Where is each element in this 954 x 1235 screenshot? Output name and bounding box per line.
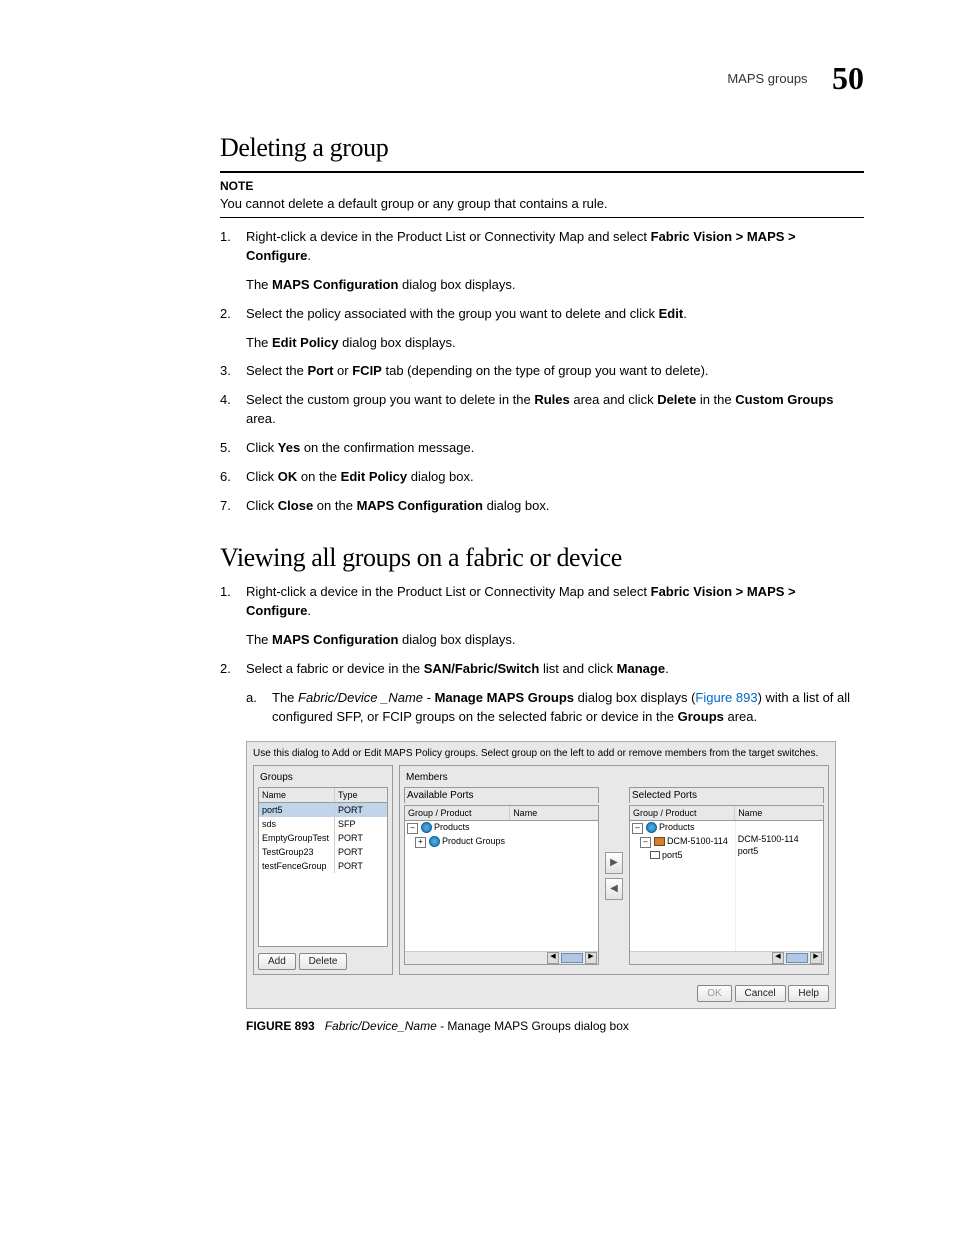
available-ports-subpanel: Available Ports Group / Product Name –Pr…: [404, 787, 599, 965]
col-name[interactable]: Name: [735, 806, 823, 820]
tree-item[interactable]: –Products: [630, 821, 735, 835]
cell: port5: [736, 845, 823, 857]
figure-link[interactable]: Figure 893: [695, 690, 757, 705]
col-type[interactable]: Type: [335, 788, 387, 802]
col-group-product[interactable]: Group / Product: [630, 806, 735, 820]
step-1-result: The MAPS Configuration dialog box displa…: [246, 276, 864, 295]
figure-caption: FIGURE 893 Fabric/Device_Name - Manage M…: [246, 1019, 864, 1033]
note-text: You cannot delete a default group or any…: [220, 195, 864, 213]
step-3: Select the Port or FCIP tab (depending o…: [246, 362, 864, 381]
move-left-button[interactable]: ◀: [605, 878, 623, 900]
move-right-button[interactable]: ▶: [605, 852, 623, 874]
step-1: Right-click a device in the Product List…: [246, 228, 864, 295]
step-5: Click Yes on the confirmation message.: [246, 439, 864, 458]
section-rule: [220, 171, 864, 173]
step-6: Click OK on the Edit Policy dialog box.: [246, 468, 864, 487]
col-group-product[interactable]: Group / Product: [405, 806, 510, 820]
device-icon: [654, 837, 665, 846]
available-ports-table[interactable]: Group / Product Name –Products +Product …: [404, 805, 599, 965]
scrollbar[interactable]: ◀ ▶: [405, 951, 598, 964]
view-step-1: Right-click a device in the Product List…: [246, 583, 864, 650]
selected-ports-table[interactable]: Group / Product Name –Products –DCM-5100: [629, 805, 824, 965]
scroll-left-icon[interactable]: ◀: [772, 952, 784, 964]
transfer-arrows: ▶ ◀: [603, 787, 625, 965]
scroll-thumb[interactable]: [561, 953, 583, 963]
tree-item[interactable]: port5: [630, 849, 735, 861]
tree-item[interactable]: –Products: [405, 821, 598, 835]
view-step-1-result: The MAPS Configuration dialog box displa…: [246, 631, 864, 650]
delete-button[interactable]: Delete: [299, 953, 348, 970]
tree-item[interactable]: +Product Groups: [405, 835, 598, 849]
section-title-deleting: Deleting a group: [220, 133, 864, 163]
scrollbar[interactable]: ◀ ▶: [630, 951, 823, 964]
groups-panel: Groups Name Type port5 PORT sds SFP: [253, 765, 393, 975]
dialog-buttons: OK Cancel Help: [253, 985, 829, 1002]
available-ports-title: Available Ports: [404, 787, 599, 803]
cell: [736, 821, 823, 833]
header-breadcrumb: MAPS groups: [727, 71, 807, 86]
step-2: Select the policy associated with the gr…: [246, 305, 864, 353]
steps-viewing: Right-click a device in the Product List…: [220, 583, 864, 726]
globe-icon: [421, 822, 432, 833]
expand-icon[interactable]: +: [415, 837, 426, 848]
expand-icon[interactable]: –: [407, 823, 418, 834]
selected-ports-subpanel: Selected Ports Group / Product Name –Pro…: [629, 787, 824, 965]
cell: DCM-5100-114: [736, 833, 823, 845]
groups-title: Groups: [258, 770, 388, 785]
tree-item[interactable]: –DCM-5100-114: [630, 835, 735, 849]
step-2-result: The Edit Policy dialog box displays.: [246, 334, 864, 353]
table-row[interactable]: port5 PORT: [259, 803, 387, 817]
selected-ports-title: Selected Ports: [629, 787, 824, 803]
step-4: Select the custom group you want to dele…: [246, 391, 864, 429]
view-substeps: The Fabric/Device _Name - Manage MAPS Gr…: [246, 689, 864, 727]
help-button[interactable]: Help: [788, 985, 829, 1002]
view-step-2: Select a fabric or device in the SAN/Fab…: [246, 660, 864, 727]
col-name[interactable]: Name: [259, 788, 335, 802]
view-substep-a: The Fabric/Device _Name - Manage MAPS Gr…: [272, 689, 864, 727]
scroll-right-icon[interactable]: ▶: [585, 952, 597, 964]
table-row[interactable]: EmptyGroupTest PORT: [259, 831, 387, 845]
step-7: Click Close on the MAPS Configuration di…: [246, 497, 864, 516]
chapter-number: 50: [832, 60, 864, 96]
cancel-button[interactable]: Cancel: [735, 985, 786, 1002]
collapse-icon[interactable]: –: [632, 823, 643, 834]
scroll-right-icon[interactable]: ▶: [810, 952, 822, 964]
members-title: Members: [404, 770, 824, 785]
globe-icon: [646, 822, 657, 833]
dialog-instruction: Use this dialog to Add or Edit MAPS Poli…: [253, 748, 829, 759]
collapse-icon[interactable]: –: [640, 837, 651, 848]
scroll-left-icon[interactable]: ◀: [547, 952, 559, 964]
steps-deleting: Right-click a device in the Product List…: [220, 228, 864, 515]
document-page: MAPS groups 50 Deleting a group NOTE You…: [0, 0, 954, 1093]
table-row[interactable]: TestGroup23 PORT: [259, 845, 387, 859]
scroll-thumb[interactable]: [786, 953, 808, 963]
ok-button[interactable]: OK: [697, 985, 731, 1002]
page-header: MAPS groups 50: [220, 60, 864, 97]
table-row[interactable]: testFenceGroup PORT: [259, 859, 387, 873]
col-name[interactable]: Name: [510, 806, 598, 820]
figure-893: Use this dialog to Add or Edit MAPS Poli…: [246, 741, 836, 1009]
note-label: NOTE: [220, 179, 864, 193]
members-panel: Members Available Ports Group / Product …: [399, 765, 829, 975]
note-end-rule: [220, 217, 864, 218]
port-icon: [650, 851, 660, 859]
section-title-viewing: Viewing all groups on a fabric or device: [220, 543, 864, 573]
globe-icon: [429, 836, 440, 847]
add-button[interactable]: Add: [258, 953, 296, 970]
groups-table[interactable]: Name Type port5 PORT sds SFP EmptyGroupT…: [258, 787, 388, 947]
table-row[interactable]: sds SFP: [259, 817, 387, 831]
